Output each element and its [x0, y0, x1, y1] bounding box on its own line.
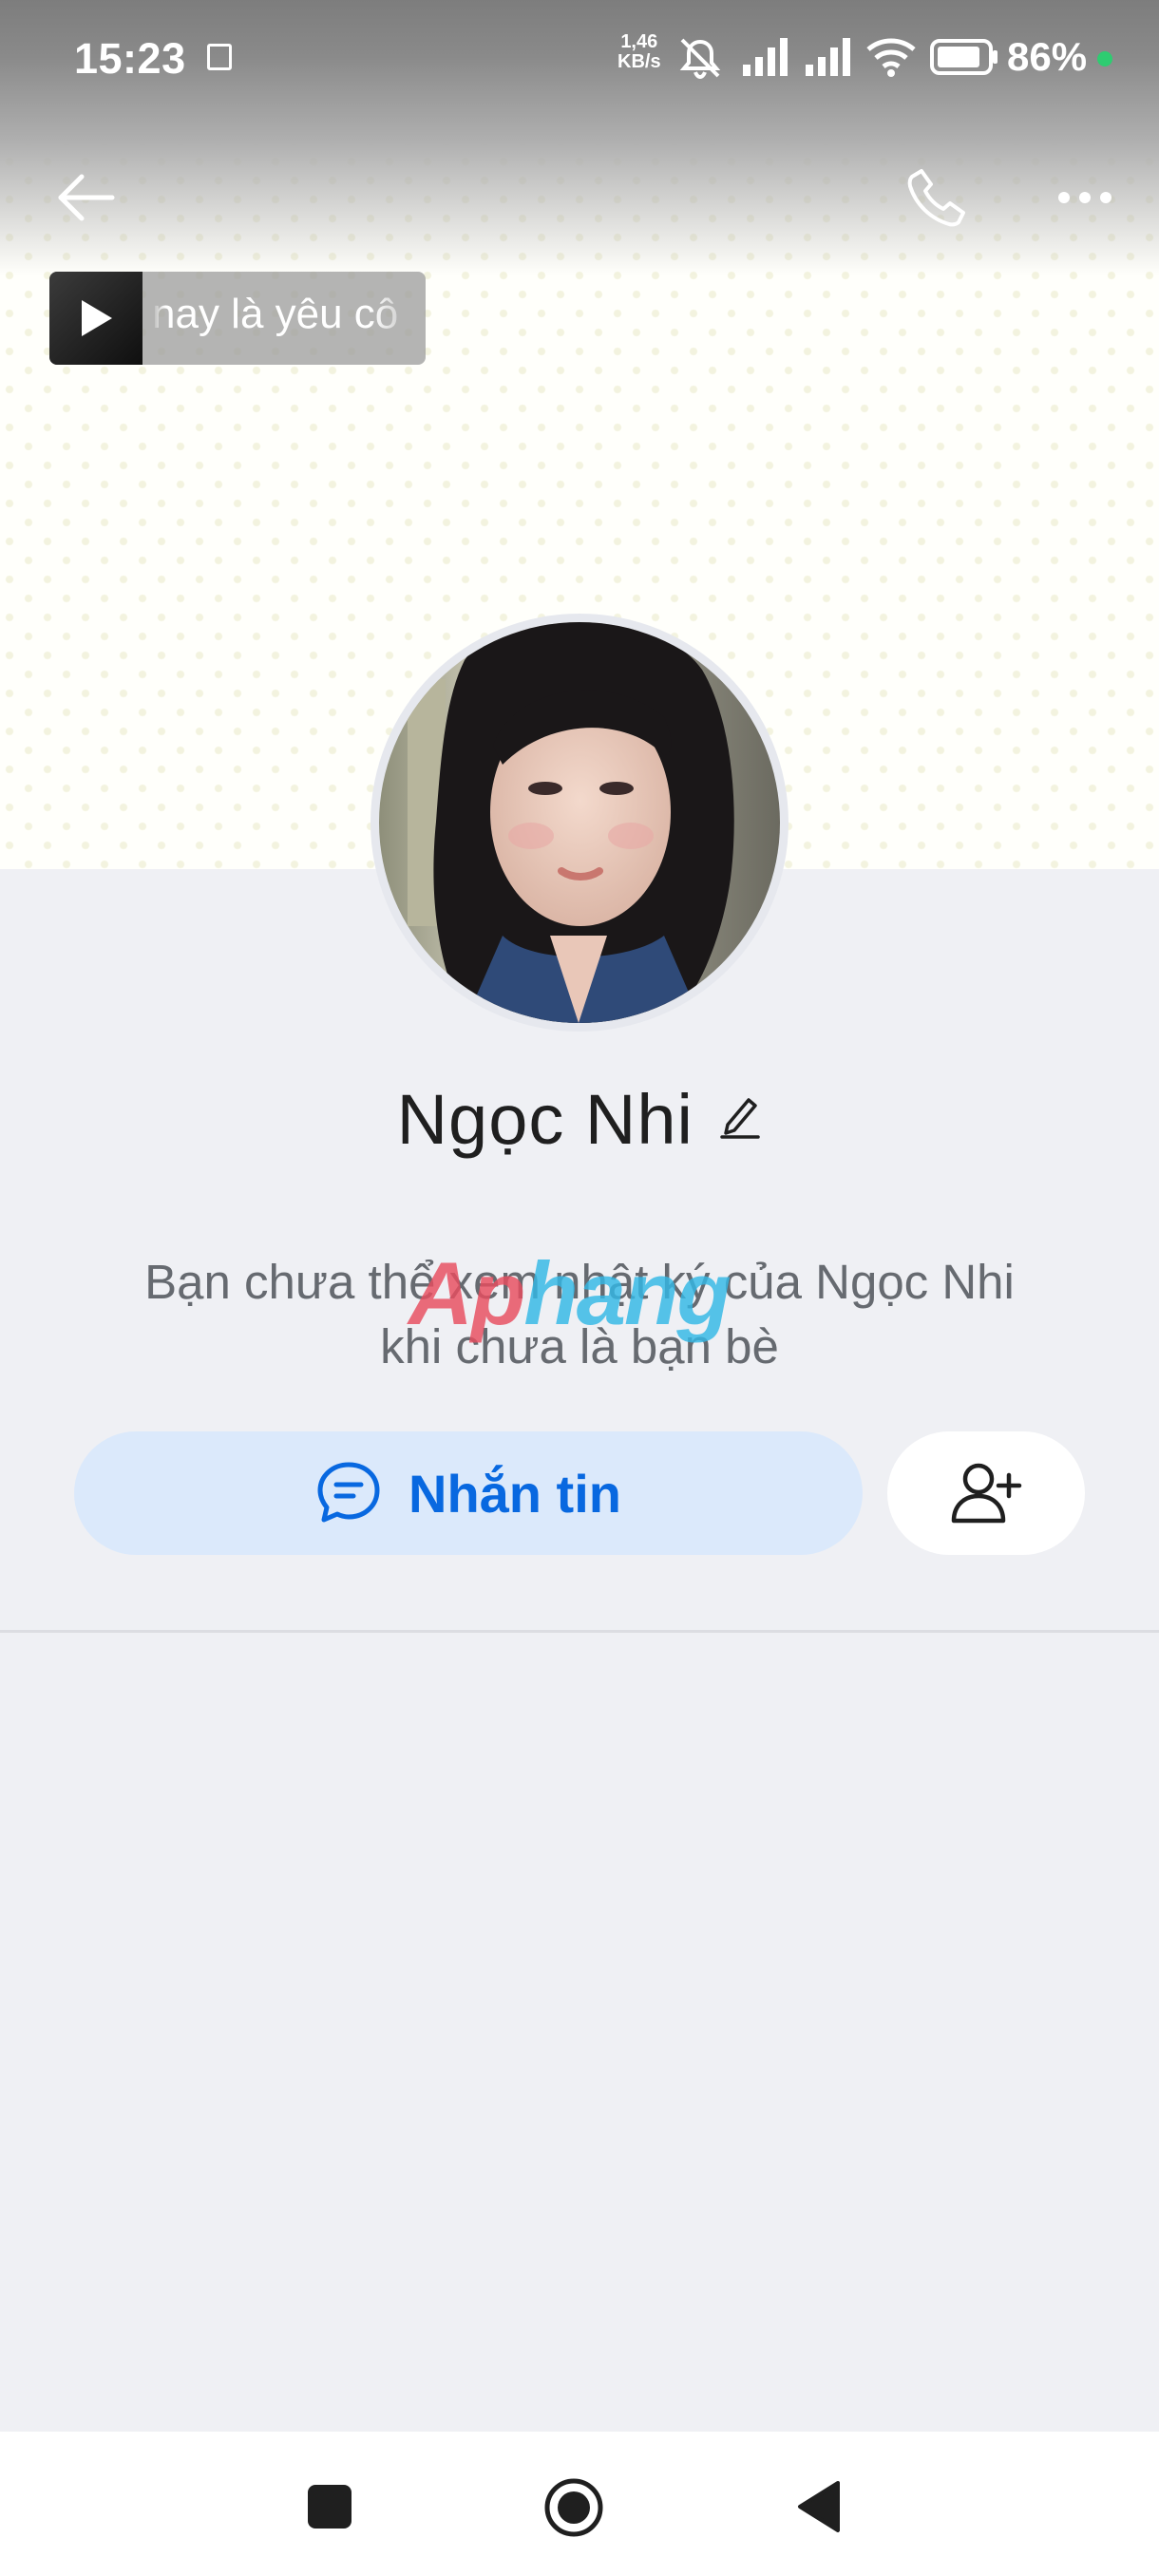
message-button-label: Nhắn tin [408, 1463, 621, 1524]
avatar[interactable] [379, 622, 780, 1023]
profile-name-row: Ngọc Nhi [0, 1079, 1159, 1160]
battery-icon [930, 39, 998, 75]
watermark-part-1: Ap [408, 1243, 525, 1343]
avatar-ring [370, 614, 788, 1032]
network-speed: 1,46 KB/s [618, 32, 661, 72]
screen-record-icon [207, 44, 232, 70]
home-icon[interactable] [543, 2477, 604, 2538]
profile-music-chip[interactable]: nay là yêu cô [49, 272, 426, 365]
battery-percent: 86% [1007, 34, 1088, 79]
status-time: 15:23 [74, 34, 186, 83]
add-friend-button[interactable] [887, 1431, 1085, 1555]
watermark: Aphang [408, 1242, 770, 1343]
net-speed-value: 1,46 [620, 31, 658, 52]
more-icon[interactable] [1054, 186, 1115, 209]
signal-icon [806, 38, 850, 76]
profile-name: Ngọc Nhi [396, 1080, 694, 1159]
message-button[interactable]: Nhắn tin [74, 1431, 863, 1555]
charging-dot-icon [1097, 51, 1112, 66]
pencil-icon[interactable] [718, 1092, 762, 1140]
add-friend-icon [951, 1463, 1022, 1524]
music-title: nay là yêu cô [152, 291, 399, 337]
back-arrow-icon[interactable] [53, 167, 118, 228]
recents-icon[interactable] [306, 2483, 353, 2530]
net-speed-unit: KB/s [618, 51, 661, 72]
mute-icon [679, 38, 721, 80]
back-triangle-icon[interactable] [794, 2479, 844, 2534]
system-nav-bar [0, 2432, 1159, 2576]
section-divider [0, 1630, 1159, 1633]
wifi-icon [866, 38, 916, 77]
status-bar: 15:23 1,46 KB/s 86% [0, 0, 1159, 118]
phone-icon[interactable] [902, 163, 971, 232]
chat-bubble-icon [317, 1462, 380, 1523]
album-art [49, 272, 142, 365]
watermark-part-2: hang [523, 1243, 732, 1343]
signal-icon [743, 38, 788, 76]
play-icon[interactable] [78, 298, 114, 338]
